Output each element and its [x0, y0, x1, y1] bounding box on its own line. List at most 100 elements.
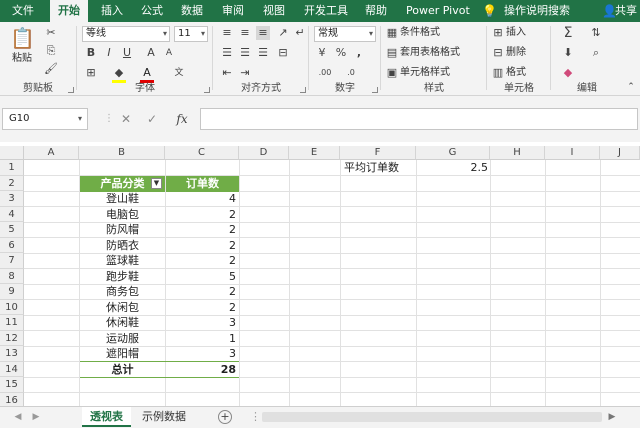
select-all-corner[interactable]: [0, 146, 24, 160]
row-header[interactable]: 3: [0, 191, 24, 207]
row-header[interactable]: 15: [0, 377, 24, 393]
avg-orders-value[interactable]: 2.5: [416, 160, 489, 176]
increase-decimal-icon[interactable]: .00: [314, 66, 336, 80]
format-painter-icon[interactable]: 🖌: [44, 62, 58, 76]
italic-button[interactable]: I: [102, 46, 116, 60]
row-header[interactable]: 11: [0, 315, 24, 331]
clipboard-launcher[interactable]: [68, 87, 74, 93]
column-header-g[interactable]: G: [416, 146, 490, 160]
pivot-header-orders[interactable]: 订单数: [166, 175, 239, 192]
tab-developer[interactable]: 开发工具: [304, 0, 348, 22]
add-sheet-icon[interactable]: +: [218, 410, 232, 424]
pivot-category-cell[interactable]: 防晒衣: [80, 238, 165, 254]
comma-button[interactable]: ,: [352, 46, 366, 60]
pivot-category-cell[interactable]: 休闲鞋: [80, 315, 165, 331]
pivot-category-cell[interactable]: 跑步鞋: [80, 269, 165, 285]
underline-button[interactable]: U: [120, 46, 134, 60]
pivot-category-cell[interactable]: 运动服: [80, 331, 165, 347]
orientation-icon[interactable]: ↗: [276, 26, 290, 40]
tell-me-search[interactable]: 操作说明搜索: [504, 0, 570, 22]
format-button[interactable]: 格式: [506, 66, 526, 80]
align-left-icon[interactable]: ☰: [220, 46, 234, 60]
sheet-tab-pivot[interactable]: 透视表: [82, 407, 131, 427]
insert-function-button[interactable]: fx: [172, 108, 192, 130]
pivot-value-cell[interactable]: 2: [166, 222, 236, 238]
column-header-i[interactable]: I: [545, 146, 600, 160]
scroll-right-icon[interactable]: ▶: [30, 410, 42, 424]
tab-formulas[interactable]: 公式: [141, 0, 163, 22]
tab-split-icon[interactable]: ⋮: [250, 410, 261, 424]
autosum-button[interactable]: Σ: [560, 26, 576, 40]
bold-button[interactable]: B: [84, 46, 98, 60]
align-top-icon[interactable]: ≡: [220, 26, 234, 40]
row-header[interactable]: 10: [0, 299, 24, 315]
tab-insert[interactable]: 插入: [101, 0, 123, 22]
pivot-category-cell[interactable]: 电脑包: [80, 207, 165, 223]
currency-icon[interactable]: ¥: [314, 46, 330, 60]
borders-icon[interactable]: ⊞: [84, 66, 98, 80]
pivot-total-label[interactable]: 总计: [80, 362, 165, 378]
column-header-b[interactable]: B: [79, 146, 165, 160]
row-header[interactable]: 5: [0, 222, 24, 238]
number-launcher[interactable]: [372, 87, 378, 93]
avg-orders-label[interactable]: 平均订单数: [344, 160, 399, 176]
paste-button[interactable]: 粘贴: [12, 52, 32, 66]
align-middle-icon[interactable]: ≡: [238, 26, 252, 40]
pivot-value-cell[interactable]: 2: [166, 253, 236, 269]
find-select-icon[interactable]: ⌕: [588, 46, 604, 60]
column-header-e[interactable]: E: [289, 146, 340, 160]
cut-icon[interactable]: ✂: [44, 26, 58, 40]
phonetic-icon[interactable]: 文: [170, 66, 188, 80]
column-header-j[interactable]: J: [600, 146, 640, 160]
decrease-decimal-icon[interactable]: .0: [340, 66, 362, 80]
row-header[interactable]: 14: [0, 361, 24, 377]
pivot-value-cell[interactable]: 2: [166, 284, 236, 300]
align-right-icon[interactable]: ☰: [256, 46, 270, 60]
column-header-c[interactable]: C: [165, 146, 239, 160]
tab-help[interactable]: 帮助: [365, 0, 387, 22]
horizontal-scrollbar[interactable]: [262, 412, 602, 422]
row-header[interactable]: 4: [0, 206, 24, 222]
tab-review[interactable]: 审阅: [222, 0, 244, 22]
font-name-dropdown[interactable]: 等线 ▾: [82, 26, 170, 42]
pivot-value-cell[interactable]: 2: [166, 238, 236, 254]
pivot-category-cell[interactable]: 休闲包: [80, 300, 165, 316]
pivot-category-cell[interactable]: 防风帽: [80, 222, 165, 238]
tab-home[interactable]: 开始: [50, 0, 88, 22]
sort-filter-icon[interactable]: ⇅: [588, 26, 604, 40]
copy-icon[interactable]: ⎘: [44, 44, 58, 58]
increase-font-icon[interactable]: A: [144, 46, 158, 60]
percent-button[interactable]: %: [334, 46, 348, 60]
tab-file[interactable]: 文件: [12, 0, 34, 22]
row-header[interactable]: 6: [0, 237, 24, 253]
insert-button[interactable]: 插入: [506, 26, 526, 40]
filter-dropdown-icon[interactable]: ▼: [151, 178, 162, 189]
worksheet-grid[interactable]: A B C D E F G H I J 1 2 3 4 5 6 7 8 9 10…: [0, 146, 640, 408]
formula-input[interactable]: [200, 108, 638, 130]
pivot-value-cell[interactable]: 3: [166, 346, 236, 362]
alignment-launcher[interactable]: [300, 87, 306, 93]
align-center-icon[interactable]: ☰: [238, 46, 252, 60]
pivot-category-cell[interactable]: 商务包: [80, 284, 165, 300]
row-header[interactable]: 8: [0, 268, 24, 284]
decrease-indent-icon[interactable]: ⇤: [220, 66, 234, 80]
row-header[interactable]: 7: [0, 253, 24, 269]
row-header[interactable]: 9: [0, 284, 24, 300]
tab-power-pivot[interactable]: Power Pivot: [406, 0, 470, 22]
clear-icon[interactable]: ◆: [560, 66, 576, 80]
collapse-ribbon-icon[interactable]: ⌃: [626, 80, 636, 94]
pivot-category-cell[interactable]: 遮阳帽: [80, 346, 165, 362]
name-box[interactable]: G10 ▾: [2, 108, 88, 130]
column-header-h[interactable]: H: [490, 146, 545, 160]
merge-center-icon[interactable]: ⊟: [276, 46, 290, 60]
cancel-icon[interactable]: ✕: [118, 108, 134, 130]
sheet-tab-sample-data[interactable]: 示例数据: [134, 407, 194, 427]
fill-icon[interactable]: ⬇: [560, 46, 576, 60]
row-header[interactable]: 12: [0, 330, 24, 346]
row-header[interactable]: 2: [0, 175, 24, 191]
share-button[interactable]: 共享: [615, 0, 637, 22]
pivot-total-value[interactable]: 28: [166, 362, 236, 378]
number-format-dropdown[interactable]: 常规 ▾: [314, 26, 376, 42]
wrap-text-icon[interactable]: ↵: [294, 26, 306, 40]
column-header-a[interactable]: A: [24, 146, 79, 160]
